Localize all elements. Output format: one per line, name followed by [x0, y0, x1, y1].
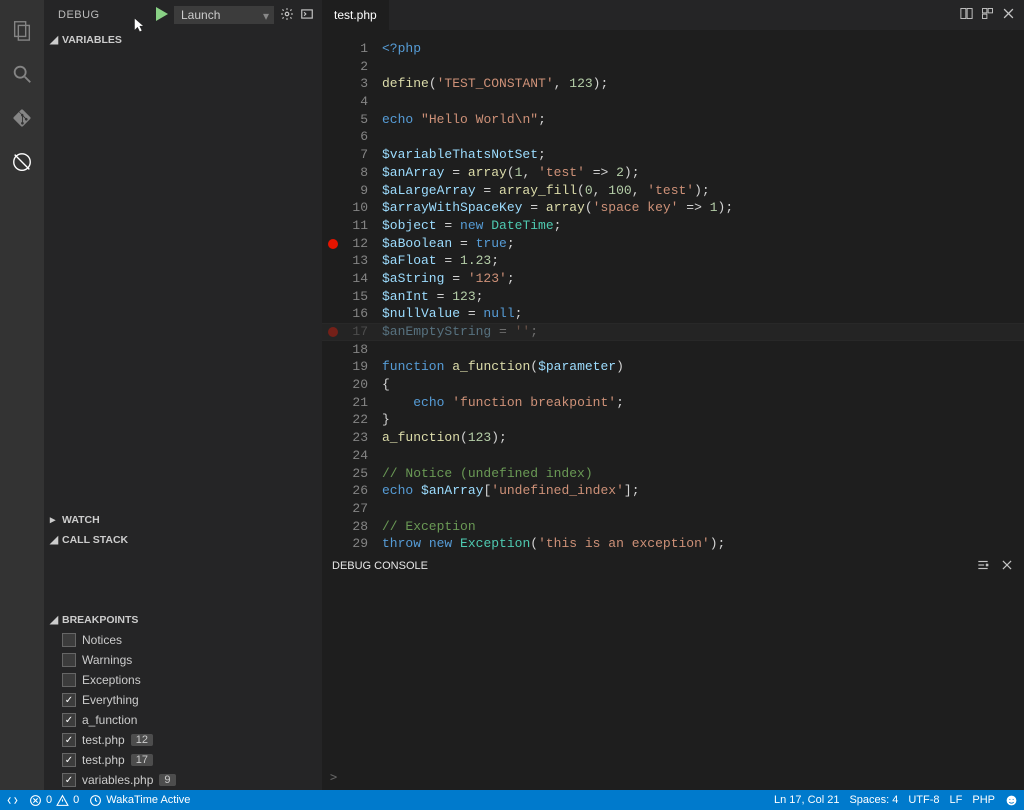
editor-tab[interactable]: test.php [322, 0, 389, 30]
variables-label: VARIABLES [62, 34, 122, 46]
error-count: 0 [46, 794, 52, 806]
warning-count: 0 [73, 794, 79, 806]
status-bar: 0 0 WakaTime Active Ln 17, Col 21 Spaces… [0, 790, 1024, 810]
debug-console-title: DEBUG CONSOLE [332, 560, 428, 572]
status-encoding[interactable]: UTF-8 [908, 794, 939, 806]
gear-icon[interactable] [280, 7, 294, 24]
breakpoints-section-header[interactable]: ◢ BREAKPOINTS [44, 610, 322, 630]
breakpoint-label: Notices [82, 633, 122, 647]
checkbox[interactable] [62, 713, 76, 727]
status-spaces[interactable]: Spaces: 4 [849, 794, 898, 806]
breakpoint-row[interactable]: test.php 17 [44, 750, 322, 770]
breakpoint-line-badge: 17 [131, 754, 153, 766]
breakpoint-row[interactable]: variables.php 9 [44, 770, 322, 790]
breakpoint-label: test.php [82, 733, 125, 747]
callstack-section-header[interactable]: ◢ CALL STACK [44, 530, 322, 550]
status-feedback-icon[interactable] [1005, 794, 1018, 807]
breakpoint-row[interactable]: Everything [44, 690, 322, 710]
chevron-right-icon: ▸ [50, 514, 58, 526]
breakpoint-row[interactable]: a_function [44, 710, 322, 730]
tab-bar: test.php [322, 0, 1024, 30]
status-position[interactable]: Ln 17, Col 21 [774, 794, 839, 806]
activity-search[interactable] [0, 52, 44, 96]
chevron-down-icon: ◢ [50, 34, 58, 46]
status-eol[interactable]: LF [950, 794, 963, 806]
status-remote[interactable] [6, 794, 19, 807]
breakpoint-row[interactable]: Exceptions [44, 670, 322, 690]
code-editor[interactable]: 1234567891011121314151617181920212223242… [322, 30, 1024, 550]
breakpoint-label: Warnings [82, 653, 132, 667]
chevron-down-icon: ◢ [50, 534, 58, 546]
callstack-label: CALL STACK [62, 534, 128, 546]
breakpoint-dot[interactable] [328, 239, 338, 249]
activity-explorer[interactable] [0, 8, 44, 52]
breakpoint-row[interactable]: test.php 12 [44, 730, 322, 750]
checkbox[interactable] [62, 693, 76, 707]
status-wakatime[interactable]: WakaTime Active [89, 794, 190, 807]
breakpoint-row[interactable]: Warnings [44, 650, 322, 670]
start-debug-button[interactable] [156, 7, 168, 24]
debug-console-input[interactable]: > [322, 768, 345, 790]
sidebar-title: DEBUG [58, 9, 100, 21]
breakpoint-label: test.php [82, 753, 125, 767]
activity-debug[interactable] [0, 140, 44, 184]
editor-area: test.php 1234567891011121314151617181920… [322, 0, 1024, 790]
line-number-gutter: 1234567891011121314151617181920212223242… [346, 30, 382, 550]
close-icon[interactable] [1001, 6, 1016, 24]
watch-label: WATCH [62, 514, 100, 526]
launch-config-dropdown[interactable]: Launch [174, 6, 274, 24]
breakpoint-line-badge: 9 [159, 774, 175, 786]
debug-console-icon[interactable] [300, 7, 314, 24]
wakatime-label: WakaTime Active [106, 794, 190, 806]
split-editor-icon[interactable] [959, 6, 974, 24]
breakpoint-gutter[interactable] [322, 30, 346, 550]
breakpoints-label: BREAKPOINTS [62, 614, 138, 626]
checkbox[interactable] [62, 773, 76, 787]
chevron-down-icon: ◢ [50, 614, 58, 626]
checkbox[interactable] [62, 673, 76, 687]
checkbox[interactable] [62, 633, 76, 647]
more-actions-icon[interactable] [980, 6, 995, 24]
variables-section-header[interactable]: ◢ VARIABLES [44, 30, 322, 50]
breakpoint-line-badge: 12 [131, 734, 153, 746]
breakpoint-label: a_function [82, 713, 137, 727]
debug-sidebar: DEBUG Launch ◢ VARIABLES ▸ WATCH ◢ CALL … [44, 0, 322, 790]
watch-section-header[interactable]: ▸ WATCH [44, 510, 322, 530]
close-panel-icon[interactable] [1000, 558, 1014, 575]
breakpoint-label: variables.php [82, 773, 153, 787]
breakpoint-row[interactable]: Notices [44, 630, 322, 650]
clear-console-icon[interactable] [976, 558, 990, 575]
breakpoints-body: Notices Warnings Exceptions Everything a_fun… [44, 630, 322, 790]
activity-git[interactable] [0, 96, 44, 140]
status-errors[interactable]: 0 0 [29, 794, 79, 807]
variables-body [44, 50, 322, 510]
debug-console-panel: DEBUG CONSOLE [322, 550, 1024, 790]
status-language[interactable]: PHP [972, 794, 995, 806]
callstack-body [44, 550, 322, 610]
checkbox[interactable] [62, 733, 76, 747]
activity-bar [0, 0, 44, 790]
code-content[interactable]: <?phpdefine('TEST_CONSTANT', 123);echo "… [382, 30, 1024, 550]
checkbox[interactable] [62, 653, 76, 667]
breakpoint-label: Everything [82, 693, 139, 707]
checkbox[interactable] [62, 753, 76, 767]
breakpoint-label: Exceptions [82, 673, 141, 687]
